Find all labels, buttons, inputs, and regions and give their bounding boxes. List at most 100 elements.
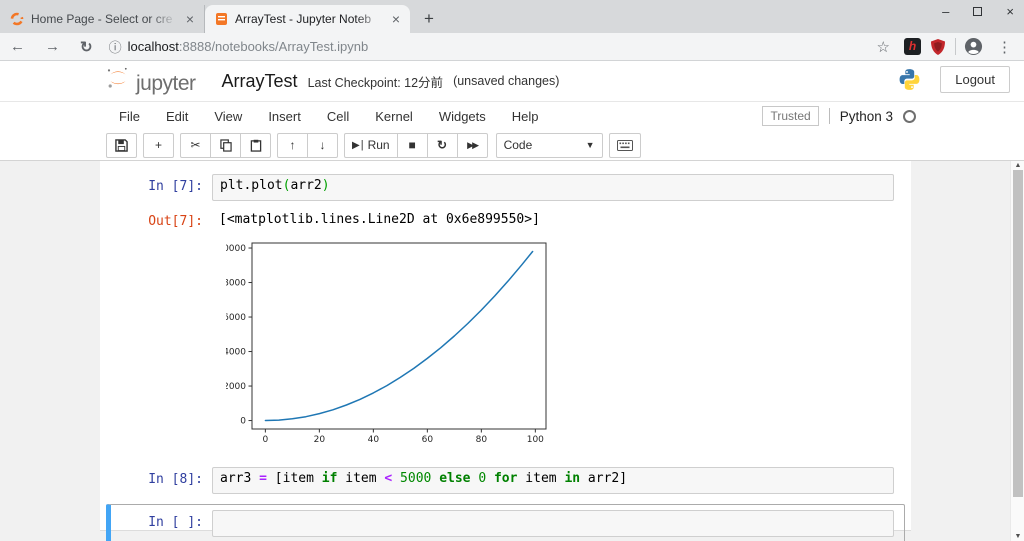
keyboard-icon: [616, 139, 633, 151]
menu-help[interactable]: Help: [499, 109, 552, 124]
tab-title: ArrayTest - Jupyter Noteb: [235, 12, 372, 26]
output-prompt: Out[7]:: [148, 214, 203, 229]
command-palette-button[interactable]: [608, 132, 641, 158]
menu-cell[interactable]: Cell: [314, 109, 362, 124]
svg-text:80: 80: [476, 435, 488, 445]
menu-insert[interactable]: Insert: [255, 109, 314, 124]
divider: [828, 108, 830, 124]
scrollbar-thumb[interactable]: [1013, 170, 1023, 497]
extension-h-icon[interactable]: h: [904, 38, 921, 55]
chevron-down-icon: ▼: [585, 140, 595, 150]
checkpoint-status: Last Checkpoint: 12分前: [307, 75, 444, 90]
forward-icon[interactable]: →: [35, 38, 70, 55]
unsaved-status: (unsaved changes): [453, 74, 560, 88]
input-prompt: In [7]:: [148, 179, 203, 194]
input-prompt: In [ ]:: [148, 515, 203, 530]
up-arrow-icon: ↑: [289, 138, 296, 152]
interrupt-kernel-button[interactable]: ■: [396, 132, 428, 158]
menu-widgets[interactable]: Widgets: [426, 109, 499, 124]
paste-icon: [250, 139, 261, 152]
save-button[interactable]: [106, 132, 137, 158]
jupyter-logo-icon: [107, 67, 127, 88]
svg-text:100: 100: [527, 435, 544, 445]
notebook-container: In [7]: plt.plot(arr2) Out[7]: [<matplot…: [100, 161, 911, 541]
code-input-7[interactable]: plt.plot(arr2): [212, 174, 894, 201]
notebook-title[interactable]: ArrayTest: [222, 71, 298, 92]
code-input-8[interactable]: arr3 = [item if item < 5000 else 0 for i…: [212, 467, 894, 494]
jupyter-header: jupyter ArrayTest Last Checkpoint: 12分前 …: [0, 61, 1024, 161]
stop-icon: ■: [408, 138, 416, 152]
menu-file[interactable]: File: [106, 109, 153, 124]
reload-icon[interactable]: ↻: [70, 38, 103, 56]
trusted-badge: Trusted: [762, 106, 819, 126]
svg-text:8000: 8000: [226, 279, 246, 289]
restart-icon: ↻: [437, 138, 448, 152]
tab-title: Home Page - Select or cre: [31, 12, 173, 26]
cell-type-select[interactable]: Code ▼: [495, 132, 603, 158]
close-tab-icon[interactable]: ×: [184, 11, 196, 27]
run-cell-button[interactable]: ▶ | Run: [344, 132, 398, 158]
restart-run-all-button[interactable]: ▶▶: [456, 132, 488, 158]
move-cell-up-button[interactable]: ↑: [277, 132, 308, 158]
code-cell-empty-selected[interactable]: In [ ]:: [106, 504, 905, 541]
notebook-favicon-icon: [216, 13, 227, 25]
close-tab-icon[interactable]: ×: [390, 11, 402, 27]
new-tab-button[interactable]: +: [410, 9, 448, 33]
ublock-shield-icon[interactable]: [929, 38, 947, 56]
menu-view[interactable]: View: [201, 109, 255, 124]
minimize-button[interactable]: –: [942, 4, 949, 19]
page-info-icon[interactable]: ⓘ: [109, 37, 122, 56]
paste-cell-button[interactable]: [240, 132, 271, 158]
close-window-button[interactable]: ×: [1006, 4, 1014, 19]
jupyter-favicon-icon: [10, 12, 24, 26]
back-icon[interactable]: ←: [0, 38, 35, 55]
restart-kernel-button[interactable]: ↻: [426, 132, 458, 158]
cut-cell-button[interactable]: ✂: [180, 132, 211, 158]
down-arrow-icon: ↓: [319, 138, 326, 152]
python-logo-icon: [899, 69, 920, 90]
cut-icon: ✂: [190, 138, 201, 152]
kernel-idle-icon: [903, 109, 916, 123]
browser-tab-strip: Home Page - Select or cre × ArrayTest - …: [0, 0, 1024, 33]
jupyter-logo[interactable]: jupyter: [106, 66, 196, 96]
output-text-7: [<matplotlib.lines.Line2D at 0x6e899550>…: [219, 212, 540, 227]
scrollbar-down-icon[interactable]: ▼: [1011, 533, 1024, 540]
notebook-scroll-area: In [7]: plt.plot(arr2) Out[7]: [<matplot…: [0, 161, 1024, 541]
scrollbar-up-icon[interactable]: ▲: [1011, 162, 1024, 169]
url-path: :8888/notebooks/ArrayTest.ipynb: [178, 39, 369, 54]
profile-avatar-icon[interactable]: [964, 37, 983, 56]
browser-menu-icon[interactable]: ⋮: [991, 38, 1018, 56]
svg-text:6000: 6000: [226, 313, 246, 323]
svg-text:10000: 10000: [226, 244, 246, 254]
address-bar[interactable]: ⓘ localhost:8888/notebooks/ArrayTest.ipy…: [109, 37, 871, 56]
move-cell-down-button[interactable]: ↓: [307, 132, 338, 158]
bookmark-star-icon[interactable]: ☆: [871, 38, 896, 56]
copy-icon: [219, 138, 232, 152]
window-controls: – ×: [942, 4, 1014, 19]
url-host: localhost: [127, 39, 179, 54]
browser-navbar: ← → ↻ ⓘ localhost:8888/notebooks/ArrayTe…: [0, 33, 1024, 61]
divider: [955, 38, 956, 55]
browser-tab-arraytest[interactable]: ArrayTest - Jupyter Noteb ×: [205, 5, 410, 33]
browser-scrollbar[interactable]: ▲ ▼: [1010, 161, 1024, 541]
add-cell-button[interactable]: +: [143, 132, 174, 158]
menu-edit[interactable]: Edit: [153, 109, 201, 124]
save-icon: [115, 138, 128, 152]
jupyter-logo-text: jupyter: [136, 72, 196, 95]
cell-type-value: Code: [503, 138, 533, 152]
copy-cell-button[interactable]: [210, 132, 241, 158]
kernel-name: Python 3: [839, 108, 893, 124]
notebook-toolbar: + ✂ ↑ ↓ ▶ | Run ■ ↻ ▶▶ Code ▼: [0, 130, 1024, 161]
code-cell-7[interactable]: In [7]: plt.plot(arr2) Out[7]: [<matplot…: [106, 168, 905, 455]
svg-text:40: 40: [368, 435, 380, 445]
notebook-menubar: File Edit View Insert Cell Kernel Widget…: [0, 101, 1024, 130]
logout-button[interactable]: Logout: [940, 66, 1010, 93]
maximize-button[interactable]: [973, 7, 983, 16]
svg-text:60: 60: [422, 435, 434, 445]
browser-tab-home[interactable]: Home Page - Select or cre ×: [0, 5, 205, 33]
run-icon: ▶: [352, 139, 360, 151]
menu-kernel[interactable]: Kernel: [362, 109, 426, 124]
run-label: Run: [367, 138, 390, 152]
code-cell-8[interactable]: In [8]: arr3 = [item if item < 5000 else…: [106, 461, 905, 500]
code-input-empty[interactable]: [212, 510, 894, 537]
